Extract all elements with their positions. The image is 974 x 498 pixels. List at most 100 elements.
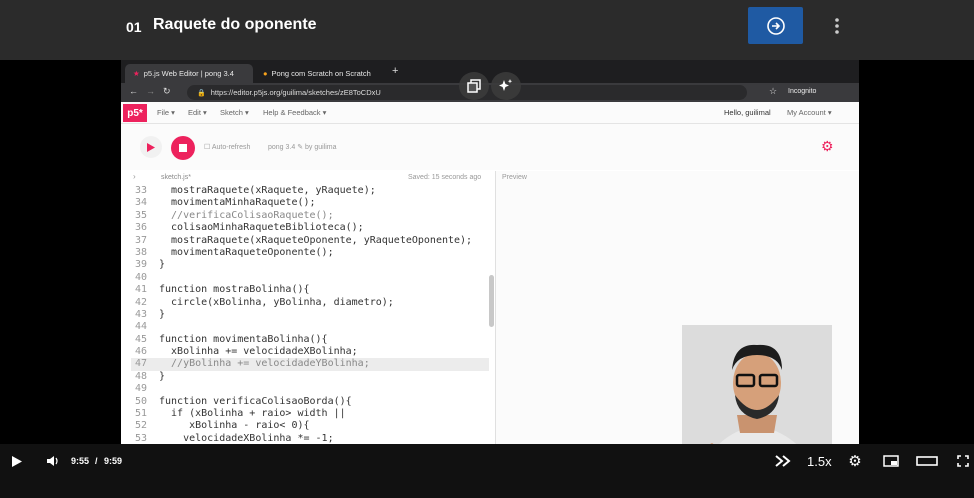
- miniplayer-icon: [883, 455, 899, 467]
- theater-mode-icon: [916, 456, 938, 466]
- reload-icon: ↻: [163, 86, 171, 96]
- line-number: 39: [134, 259, 147, 271]
- code-line: 47 //yBolinha += velocidadeYBolinha;: [131, 358, 489, 371]
- settings-icon: ⚙: [821, 138, 834, 154]
- auto-refresh-checkbox: ☐ Auto-refresh: [204, 144, 251, 151]
- code-line: 33 mostraRaquete(xRaquete, yRaquete);: [131, 185, 489, 197]
- time-separator: /: [95, 456, 98, 466]
- code-text: function mostraBolinha(){: [159, 284, 310, 296]
- line-number: 37: [134, 234, 147, 246]
- more-vertical-icon: [835, 18, 839, 34]
- play-icon: [12, 455, 22, 467]
- play-button: [140, 136, 162, 158]
- code-line: 48}: [131, 371, 489, 383]
- code-line: 51 if (xBolinha + raio> width ||: [131, 408, 489, 420]
- play-pause-button[interactable]: [8, 452, 26, 470]
- line-number: 42: [134, 296, 147, 308]
- line-number: 36: [134, 222, 147, 234]
- theater-mode-button[interactable]: [914, 452, 940, 470]
- line-number: 44: [134, 321, 147, 333]
- tab-label: Pong com Scratch on Scratch: [271, 69, 371, 78]
- p5-toolbar: ☐ Auto-refresh pong 3.4 ✎ by guilima ⚙: [121, 124, 859, 170]
- volume-button[interactable]: [44, 452, 62, 470]
- address-bar-row: ← → ↻ 🔒 https://editor.p5js.org/guilima/…: [121, 83, 859, 102]
- arrow-right-circle-icon: [766, 16, 785, 35]
- code-line: 37 mostraRaquete(xRaqueteOponente, yRaqu…: [131, 235, 489, 247]
- incognito-label: Incognito: [788, 88, 817, 95]
- code-text: }: [159, 308, 166, 320]
- skip-forward-icon: [775, 455, 791, 467]
- line-number: 33: [134, 185, 147, 196]
- fullscreen-button[interactable]: [954, 452, 972, 470]
- line-number: 34: [134, 197, 147, 209]
- menu-account: My Account ▾: [787, 108, 832, 117]
- code-line: 38 movimentaRaqueteOponente();: [131, 247, 489, 259]
- code-text: function verificaColisaoBorda(){: [159, 395, 352, 407]
- line-number: 46: [134, 346, 147, 358]
- new-tab-icon: +: [392, 65, 399, 77]
- skip-forward-button[interactable]: [773, 452, 793, 470]
- saved-status: Saved: 15 seconds ago: [408, 174, 482, 181]
- file-name: sketch.js*: [161, 174, 191, 181]
- video-frame[interactable]: ★ p5.js Web Editor | pong 3.4 ● Pong com…: [0, 60, 974, 475]
- more-options-button[interactable]: [828, 14, 846, 38]
- p5-menubar: p5* File ▾ Edit ▾ Sketch ▾ Help & Feedba…: [121, 102, 859, 124]
- line-number: 49: [134, 383, 147, 395]
- code-lines: 33 mostraRaquete(xRaquete, yRaquete); 34 …: [131, 185, 489, 458]
- fold-marker: [153, 383, 159, 395]
- code-text: //yBolinha += velocidadeYBolinha;: [159, 358, 370, 370]
- play-icon: [147, 142, 155, 152]
- settings-button[interactable]: ⚙: [845, 452, 865, 470]
- code-line: 35 //verificaColisaoRaquete();: [131, 210, 489, 222]
- code-line: 36 colisaoMinhaRaqueteBiblioteca();: [131, 222, 489, 234]
- lock-icon: 🔒: [197, 89, 206, 97]
- preview-label: Preview: [502, 174, 527, 181]
- copy-icon: [467, 79, 481, 93]
- menu-sketch: Sketch ▾: [220, 108, 249, 117]
- menu-file: File ▾: [157, 108, 175, 117]
- ai-assist-button[interactable]: [491, 72, 521, 100]
- fullscreen-icon: [957, 455, 969, 467]
- browser-tabstrip: ★ p5.js Web Editor | pong 3.4 ● Pong com…: [121, 60, 859, 83]
- forward-icon: →: [146, 86, 155, 96]
- stop-icon: [179, 144, 187, 152]
- back-icon: ←: [129, 86, 138, 96]
- code-text: movimentaMinhaRaquete();: [159, 197, 316, 209]
- url-text: https://editor.p5js.org/guilima/sketches…: [210, 88, 381, 97]
- next-lesson-button[interactable]: [748, 7, 803, 44]
- star-icon: ☆: [769, 86, 778, 96]
- current-time: 9:55: [71, 456, 90, 466]
- code-text: xBolinha - raio< 0){: [159, 420, 310, 432]
- greeting: Hello, guilimal: [724, 108, 771, 117]
- code-line: 50 function verificaColisaoBorda(){: [131, 396, 489, 408]
- playback-speed-button[interactable]: 1.5x: [807, 454, 832, 469]
- fold-marker: [153, 272, 159, 284]
- lesson-number: 01: [126, 19, 142, 35]
- code-line: 46 xBolinha += velocidadeXBolinha;: [131, 346, 489, 358]
- gear-icon: ⚙: [848, 453, 862, 470]
- sidebar-toggle-icon: ›: [133, 172, 136, 181]
- stop-button: [171, 136, 195, 160]
- sparkle-icon: [499, 79, 513, 91]
- code-line: 40: [131, 272, 489, 284]
- picture-in-picture-button[interactable]: [459, 72, 489, 100]
- code-text: }: [159, 259, 166, 271]
- line-number: 43: [134, 308, 147, 320]
- code-line: 41 function mostraBolinha(){: [131, 284, 489, 296]
- fold-marker: [153, 321, 159, 333]
- browser-tab-scratch: ● Pong com Scratch on Scratch: [255, 64, 385, 83]
- miniplayer-button[interactable]: [881, 452, 901, 470]
- line-number: 38: [134, 246, 147, 258]
- code-editor: › sketch.js* Saved: 15 seconds ago 33 mo…: [131, 171, 494, 475]
- editor-scrollbar: [489, 275, 494, 327]
- line-number: 48: [134, 370, 147, 382]
- browser-tab-p5: ★ p5.js Web Editor | pong 3.4: [125, 64, 253, 83]
- code-line: 34 movimentaMinhaRaquete();: [131, 197, 489, 209]
- code-line: 39}: [131, 259, 489, 271]
- sketch-name: pong 3.4 ✎ by guilima: [268, 144, 337, 151]
- code-text: }: [159, 370, 166, 382]
- code-text: mostraRaquete(xRaquete, yRaquete);: [159, 185, 376, 196]
- auto-refresh-label: Auto-refresh: [211, 144, 251, 151]
- tab-label: p5.js Web Editor | pong 3.4: [143, 69, 234, 78]
- code-line: 49: [131, 383, 489, 395]
